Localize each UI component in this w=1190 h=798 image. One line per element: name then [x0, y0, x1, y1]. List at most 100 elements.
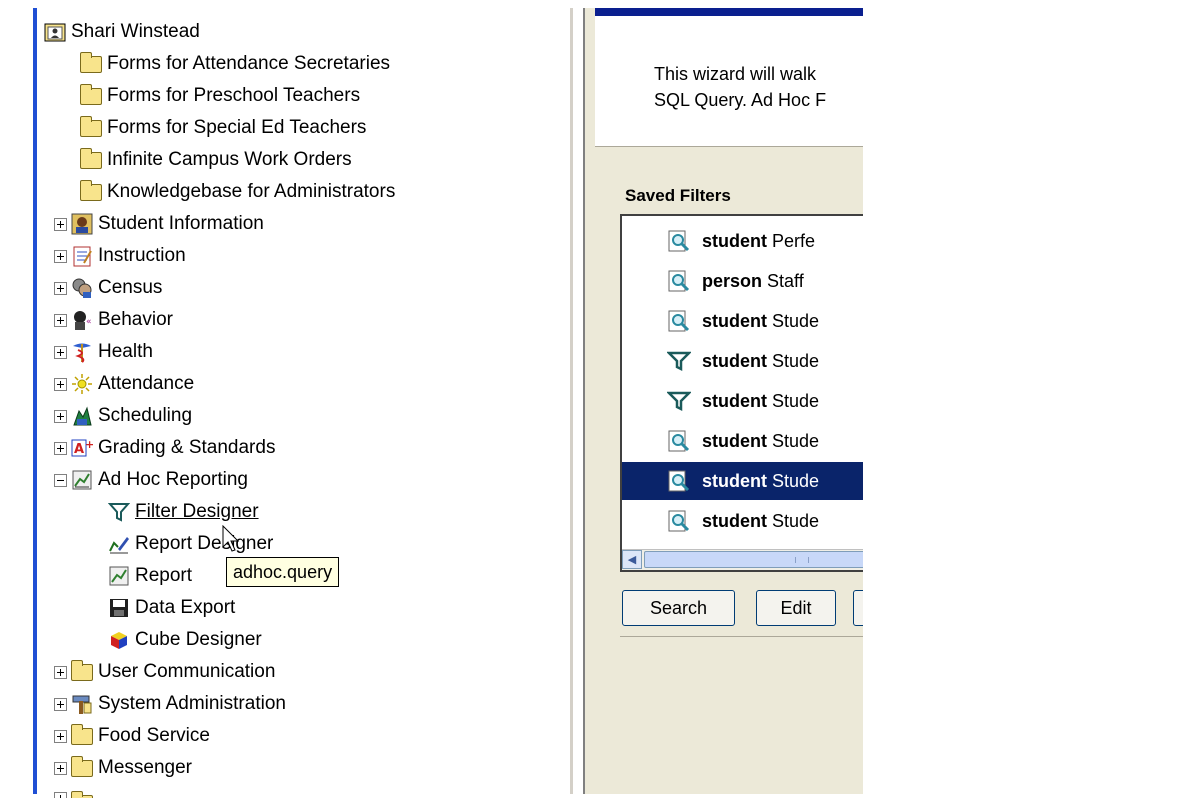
query-icon	[666, 308, 692, 334]
expand-toggle[interactable]	[54, 729, 67, 743]
collapse-toggle[interactable]	[54, 473, 67, 487]
folder-icon	[71, 659, 93, 683]
saved-filter-item-selected[interactable]: student Stude	[622, 462, 863, 500]
saved-filter-item[interactable]: student Stude	[622, 382, 863, 420]
tree-item-grading[interactable]: A + Grading & Standards	[54, 432, 275, 464]
wizard-text-line1: This wizard will walk	[654, 64, 817, 84]
tree-item-student-information[interactable]: Student Information	[54, 208, 264, 240]
tree-item-forms-preschool[interactable]: Forms for Preschool Teachers	[80, 80, 360, 112]
tree-item-knowledgebase[interactable]: Knowledgebase for Administrators	[80, 176, 395, 208]
report-designer-icon	[108, 533, 130, 555]
expand-toggle[interactable]	[54, 761, 67, 775]
tree-item-label: Knowledgebase for Administrators	[107, 181, 396, 202]
filter-name: Stude	[772, 310, 820, 331]
expand-toggle[interactable]	[54, 281, 67, 295]
folder-icon	[80, 115, 102, 139]
tree-item-label: Census	[98, 277, 163, 298]
filter-name: Stude	[772, 390, 820, 411]
filter-type: student	[702, 230, 767, 251]
tree-item-label: Attendance	[98, 373, 195, 394]
query-icon	[666, 468, 692, 494]
next-button-partial[interactable]	[853, 590, 863, 626]
tree-item-label: Student Information	[98, 213, 264, 234]
query-icon	[666, 428, 692, 454]
tree-item-health[interactable]: Health	[54, 336, 153, 368]
buttons-separator	[620, 636, 863, 637]
saved-filter-item[interactable]: student Stude	[622, 342, 863, 380]
expand-toggle[interactable]	[54, 665, 67, 679]
saved-filter-item[interactable]: student Stude	[622, 502, 863, 540]
tree-item-scheduling[interactable]: Scheduling	[54, 400, 192, 432]
behavior-icon: «	[71, 309, 93, 331]
query-icon	[666, 268, 692, 294]
search-button[interactable]: Search	[622, 590, 735, 626]
tree-item-attendance[interactable]: Attendance	[54, 368, 194, 400]
query-icon	[666, 228, 692, 254]
tree-item-food-service[interactable]: Food Service	[54, 720, 210, 752]
saved-filter-item[interactable]: student Stude	[622, 422, 863, 460]
expand-toggle[interactable]	[54, 217, 67, 231]
left-accent-bar	[33, 8, 37, 794]
filter-name: Stude	[772, 510, 820, 531]
filter-icon	[666, 348, 692, 374]
tree-item-user-communication[interactable]: User Communication	[54, 656, 275, 688]
tree-item-cube-designer[interactable]: Cube Designer	[108, 624, 262, 656]
expand-toggle[interactable]	[54, 345, 67, 359]
tree-item-label: Messenger	[98, 757, 192, 778]
tree-item-work-orders[interactable]: Infinite Campus Work Orders	[80, 144, 352, 176]
saved-filter-item[interactable]: student Perfe	[622, 222, 863, 260]
tree-item-forms-attendance[interactable]: Forms for Attendance Secretaries	[80, 48, 390, 80]
expand-toggle[interactable]	[54, 441, 67, 455]
filter-icon	[108, 501, 130, 523]
tree-item-instruction[interactable]: Instruction	[54, 240, 186, 272]
frame-divider[interactable]	[570, 8, 573, 794]
tree-item-report-designer[interactable]: Report Designer	[108, 528, 273, 560]
saved-filters-list[interactable]: student Perfe person Staff student Stude…	[620, 214, 863, 572]
tree-item-label: User Communication	[98, 661, 276, 682]
tree-item-behavior[interactable]: « Behavior	[54, 304, 173, 336]
saved-filter-item[interactable]: person Staff	[622, 262, 863, 300]
filter-name: Stude	[772, 470, 820, 491]
wizard-description: This wizard will walk SQL Query. Ad Hoc …	[595, 16, 863, 147]
expand-toggle[interactable]	[54, 697, 67, 711]
tree-item-label: System Administration	[98, 693, 286, 714]
tree-item-census[interactable]: Census	[54, 272, 162, 304]
scroll-left-arrow-icon[interactable]: ◀	[622, 550, 642, 569]
caduceus-icon	[71, 341, 93, 363]
tree-item-cutoff[interactable]	[54, 784, 98, 798]
tree-item-report[interactable]: Report	[108, 560, 192, 592]
tree-item-label: Report	[135, 565, 193, 586]
folder-icon	[71, 723, 93, 747]
tree-item-label: Forms for Attendance Secretaries	[107, 53, 391, 74]
expand-toggle[interactable]	[54, 313, 67, 327]
header-strip	[595, 8, 863, 16]
folder-icon	[80, 179, 102, 203]
tree-item-label: Forms for Preschool Teachers	[107, 85, 361, 106]
mouse-cursor-icon	[222, 525, 240, 552]
tree-item-forms-special-ed[interactable]: Forms for Special Ed Teachers	[80, 112, 366, 144]
horizontal-scrollbar[interactable]: ◀	[622, 549, 863, 570]
expand-toggle[interactable]	[54, 792, 67, 798]
expand-toggle[interactable]	[54, 377, 67, 391]
tree-item-system-administration[interactable]: System Administration	[54, 688, 286, 720]
svg-text:«: «	[86, 317, 92, 327]
tree-item-label: Forms for Special Ed Teachers	[107, 117, 367, 138]
tree-item-ad-hoc-reporting[interactable]: Ad Hoc Reporting	[54, 464, 248, 496]
expand-toggle[interactable]	[54, 249, 67, 263]
tree-item-label: Grading & Standards	[98, 437, 276, 458]
tree-item-filter-designer[interactable]: Filter Designer	[108, 496, 259, 528]
tree-item-user[interactable]: Shari Winstead	[44, 16, 200, 48]
expand-toggle[interactable]	[54, 409, 67, 423]
folder-icon	[80, 83, 102, 107]
edit-button[interactable]: Edit	[756, 590, 836, 626]
attendance-icon	[71, 373, 93, 395]
tools-icon	[71, 693, 93, 715]
tree-item-messenger[interactable]: Messenger	[54, 752, 192, 784]
tree-item-label: Filter Designer	[135, 501, 259, 522]
filter-type: student	[702, 350, 767, 371]
tree-item-label: Instruction	[98, 245, 186, 266]
filter-type: student	[702, 310, 767, 331]
scrollbar-thumb[interactable]	[644, 551, 863, 568]
tree-item-data-export[interactable]: Data Export	[108, 592, 235, 624]
saved-filter-item[interactable]: student Stude	[622, 302, 863, 340]
